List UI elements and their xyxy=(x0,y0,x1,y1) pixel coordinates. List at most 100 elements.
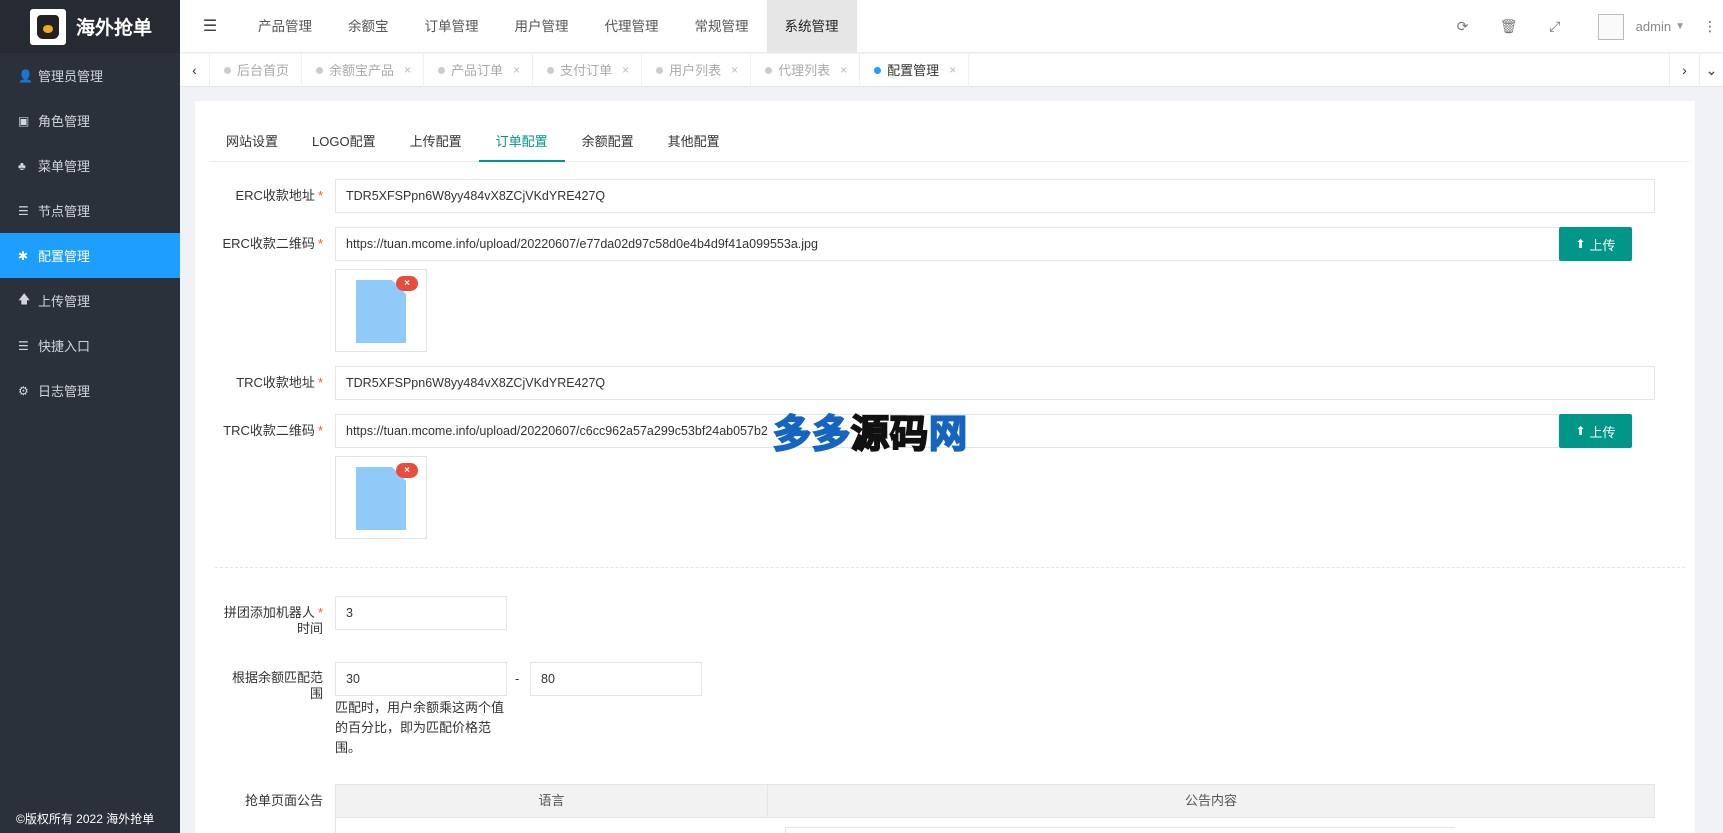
page-tab-6[interactable]: 配置管理 × xyxy=(860,53,970,87)
trash-icon[interactable]: 🗑 xyxy=(1486,18,1532,35)
tabs-scroll-left-icon[interactable]: ‹ xyxy=(180,53,210,87)
erc-qrcode-label: ERC收款二维码 * xyxy=(222,236,323,251)
balance-range-label: 根据余额匹配范围 xyxy=(231,670,323,701)
balance-max-input[interactable]: 80 xyxy=(530,662,702,696)
sidebar-menu: 👤 管理员管理 ▣ 角色管理 ♣ 菜单管理 ☰ 节点管理 ✱ 配置管理 🡅 上传管理 ☰ 快捷入口 ⚙ 日志管… xyxy=(0,53,180,413)
sidebar-item-5[interactable]: 🡅 上传管理 xyxy=(0,278,180,323)
sidebar-item-1[interactable]: ▣ 角色管理 xyxy=(0,98,180,143)
page-tab-1[interactable]: 余额宝产品 × xyxy=(302,53,425,87)
close-icon[interactable]: × xyxy=(840,54,847,87)
robot-time-input[interactable]: 3 xyxy=(335,596,507,630)
close-icon[interactable]: × xyxy=(731,54,738,87)
page-tab-label: 配置管理 xyxy=(887,62,940,78)
tab-dot-icon xyxy=(224,66,231,74)
page-tab-2[interactable]: 产品订单 × xyxy=(424,53,534,87)
topnav-item-6[interactable]: 系统管理 xyxy=(766,0,857,53)
fullscreen-icon[interactable]: ⤢ xyxy=(1532,18,1578,35)
top-nav: 产品管理 余额宝 订单管理 用户管理 代理管理 常规管理 系统管理 xyxy=(240,0,857,53)
chevron-down-icon[interactable]: ▼ xyxy=(1675,21,1685,32)
trc-qrcode-preview: × xyxy=(335,456,427,539)
refresh-icon[interactable]: ⟳ xyxy=(1440,18,1486,35)
close-icon[interactable]: × xyxy=(404,54,411,87)
page-tab-4[interactable]: 用户列表 × xyxy=(642,53,752,87)
erc-upload-button[interactable]: ⬆ 上传 xyxy=(1559,227,1632,261)
page-tab-label: 代理列表 xyxy=(778,62,831,78)
brand[interactable]: 海外抢单 xyxy=(0,0,180,53)
asterisk-icon: ✱ xyxy=(18,248,29,263)
user-name[interactable]: admin xyxy=(1636,19,1671,34)
config-card: 网站设置 LOGO配置 上传配置 订单配置 余额配置 其他配置 ERC收款地址 * TDR5… xyxy=(195,101,1695,833)
list-icon: ☰ xyxy=(18,338,29,353)
subtab-3[interactable]: 订单配置 xyxy=(478,122,565,162)
range-separator: - xyxy=(515,671,520,686)
robot-time-label: 拼团添加机器人 * 时间 xyxy=(223,605,323,636)
sidebar-item-label: 菜单管理 xyxy=(38,159,91,174)
menu-toggle-icon[interactable]: ☰ xyxy=(180,16,240,36)
trc-address-label: TRC收款地址 * xyxy=(236,375,323,390)
notice-table-header: 语言 公告内容 xyxy=(335,784,1655,818)
tabs-scroll-right-icon[interactable]: › xyxy=(1669,53,1699,87)
page-tab-label: 用户列表 xyxy=(669,62,722,78)
subtab-1[interactable]: LOGO配置 xyxy=(295,122,393,162)
config-subtabs: 网站设置 LOGO配置 上传配置 订单配置 余额配置 其他配置 xyxy=(209,122,1689,162)
sidebar-item-3[interactable]: ☰ 节点管理 xyxy=(0,188,180,233)
avatar[interactable] xyxy=(1597,13,1624,40)
arrow-up-icon: 🡅 xyxy=(18,292,31,306)
section-divider xyxy=(215,567,1685,568)
balance-min-input[interactable]: 30 xyxy=(335,662,507,696)
copyright: ©版权所有 2022 海外抢单 xyxy=(16,812,155,826)
notice-label: 抢单页面公告 xyxy=(244,793,323,808)
trc-upload-button[interactable]: ⬆ 上传 xyxy=(1559,414,1632,448)
tab-dot-icon xyxy=(316,66,324,74)
page-tab-label: 后台首页 xyxy=(237,62,290,78)
close-icon[interactable]: × xyxy=(513,54,520,87)
sidebar-item-4[interactable]: ✱ 配置管理 xyxy=(0,233,180,278)
close-icon[interactable]: × xyxy=(622,54,629,87)
watermark: 多多源码网 xyxy=(772,411,969,457)
top-right-tools: ⟳ 🗑 ⤢ admin ▼ ⋮ xyxy=(1440,0,1723,53)
sidebar-item-6[interactable]: ☰ 快捷入口 xyxy=(0,323,180,368)
topnav-item-3[interactable]: 用户管理 xyxy=(497,0,587,53)
sidebar-item-2[interactable]: ♣ 菜单管理 xyxy=(0,143,180,188)
page-tabs: 后台首页 余额宝产品 × 产品订单 × 支付订单 × 用户列表 × 代理列表 × 配置管理 × xyxy=(210,53,970,87)
topnav-item-4[interactable]: 代理管理 xyxy=(587,0,677,53)
remove-image-button[interactable]: × xyxy=(396,463,418,478)
brand-logo xyxy=(30,8,66,45)
balance-range-help: 匹配时，用户余额乘这两个值 的百分比，即为匹配价格范 围。 xyxy=(335,700,505,755)
tab-dot-icon xyxy=(547,66,555,74)
trc-address-input[interactable]: TDR5XFSPpn6W8yy484vX8ZCjVKdYRE427Q xyxy=(335,366,1655,400)
page-tabs-bar: ‹ 后台首页 余额宝产品 × 产品订单 × 支付订单 × 用户列表 × 代理列表 × 配置管理 × › … xyxy=(180,53,1723,87)
remove-image-button[interactable]: × xyxy=(396,276,418,291)
sidebar-item-0[interactable]: 👤 管理员管理 xyxy=(0,53,180,98)
upload-icon: ⬆ xyxy=(1575,237,1586,251)
sidebar-item-label: 配置管理 xyxy=(38,249,91,264)
erc-address-label: ERC收款地址 * xyxy=(235,188,323,203)
page-tab-3[interactable]: 支付订单 × xyxy=(533,53,643,87)
sidebar-item-7[interactable]: ⚙ 日志管理 xyxy=(0,368,180,413)
tab-dot-icon xyxy=(874,66,882,74)
subtab-5[interactable]: 其他配置 xyxy=(651,122,737,162)
tab-dot-icon xyxy=(438,66,446,74)
sidebar: 海外抢单 👤 管理员管理 ▣ 角色管理 ♣ 菜单管理 ☰ 节点管理 ✱ 配置管理 🡅 上传管理 ☰ 快捷入… xyxy=(0,0,180,833)
close-icon[interactable]: × xyxy=(949,54,956,87)
subtab-2[interactable]: 上传配置 xyxy=(393,122,479,162)
subtab-0[interactable]: 网站设置 xyxy=(209,122,295,162)
notice-content-input[interactable] xyxy=(785,827,1455,833)
topnav-item-1[interactable]: 余额宝 xyxy=(330,0,407,53)
subtab-4[interactable]: 余额配置 xyxy=(565,122,651,162)
erc-qrcode-input[interactable]: https://tuan.mcome.info/upload/20220607/… xyxy=(335,227,1575,261)
page-tab-5[interactable]: 代理列表 × xyxy=(751,53,861,87)
column-language: 语言 xyxy=(336,785,768,817)
page-tab-0[interactable]: 后台首页 xyxy=(210,53,303,87)
topnav-item-5[interactable]: 常规管理 xyxy=(677,0,767,53)
more-vertical-icon[interactable]: ⋮ xyxy=(1703,18,1717,35)
erc-address-input[interactable]: TDR5XFSPpn6W8yy484vX8ZCjVKdYRE427Q xyxy=(335,179,1655,213)
sidebar-item-label: 管理员管理 xyxy=(38,69,104,84)
topnav-item-0[interactable]: 产品管理 xyxy=(240,0,330,53)
list-icon: ☰ xyxy=(18,203,29,218)
tabs-dropdown-icon[interactable]: ⌄ xyxy=(1699,53,1723,87)
tab-dot-icon xyxy=(765,66,773,74)
trc-qrcode-label: TRC收款二维码 * xyxy=(223,423,323,438)
topnav-item-2[interactable]: 订单管理 xyxy=(407,0,497,53)
erc-qrcode-preview: × xyxy=(335,269,427,352)
